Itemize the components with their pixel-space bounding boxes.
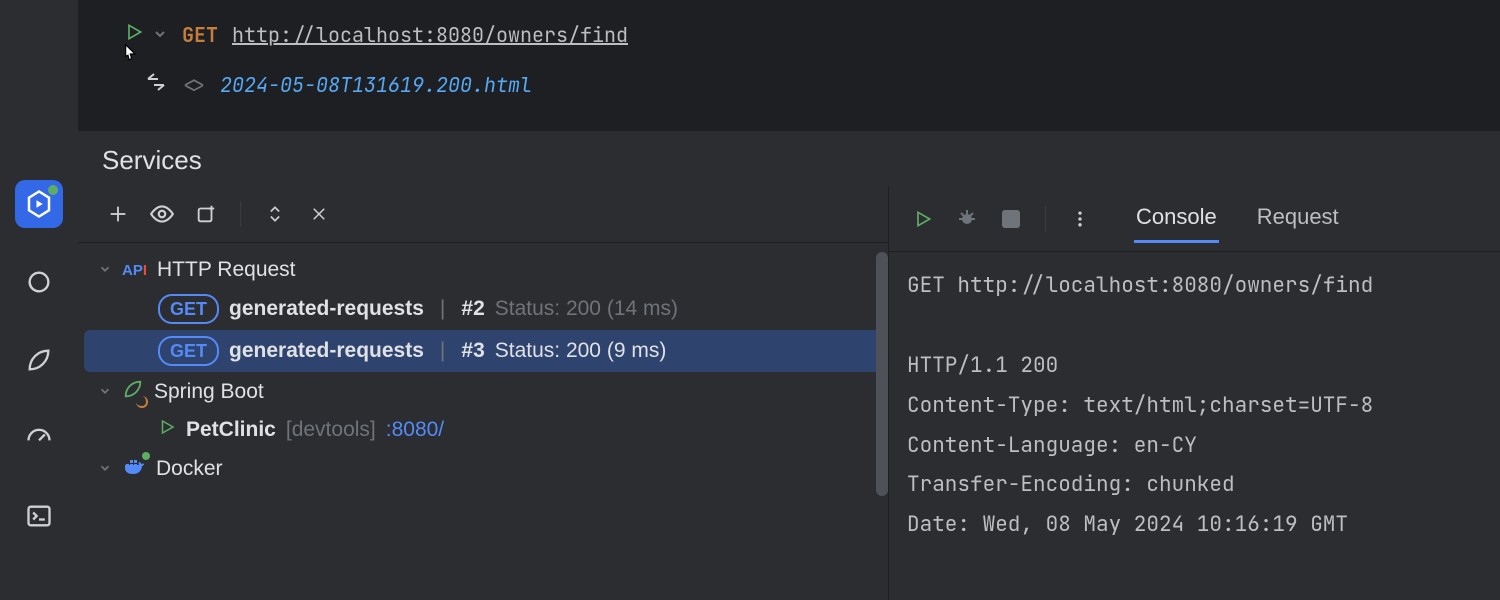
method-badge: GET [158,336,219,366]
tree-request-item[interactable]: GET generated-requests | #2 Status: 200 … [78,288,888,330]
tree-request-item-selected[interactable]: GET generated-requests | #3 Status: 200 … [84,330,882,372]
show-hidden-button[interactable] [142,194,182,234]
request-number: #3 [461,339,484,363]
tree-node-docker[interactable]: Docker [78,448,888,490]
console-output[interactable]: GET http://localhost:8080/owners/find HT… [889,252,1500,559]
chevron-down-icon[interactable] [152,22,168,48]
compare-responses-icon[interactable] [144,70,168,100]
services-panel: Services [78,130,1500,600]
services-tree: API HTTP Request GET generated-requests … [78,252,888,600]
response-file-link[interactable]: 2024-05-08T131619.200.html [220,72,532,98]
http-editor: GET http://localhost:8080/owners/find <>… [78,0,1500,130]
api-icon: API [122,262,147,279]
angle-brackets-icon: <> [182,72,206,98]
tab-console[interactable]: Console [1134,194,1219,243]
app-profile: [devtools] [286,418,376,442]
toolbar-separator [1045,206,1046,232]
spring-tool-button[interactable] [15,336,63,384]
profiler-tool-button[interactable] [15,414,63,462]
expand-collapse-button[interactable] [255,194,295,234]
request-name: generated-requests [229,297,424,321]
request-status: Status: 200 (14 ms) [495,297,678,321]
stop-button[interactable] [991,199,1031,239]
docker-icon [122,454,146,484]
toolbar-separator [240,201,241,227]
rerun-button[interactable] [903,199,943,239]
left-tool-strip [0,0,78,600]
more-button[interactable] [1060,199,1100,239]
add-service-button[interactable] [98,194,138,234]
tree-label: HTTP Request [157,258,296,282]
method-badge: GET [158,294,219,324]
output-panel: GET http://localhost:8080/owners/find HT… [888,252,1500,600]
tree-app-item[interactable]: PetClinic [devtools] :8080/ [78,412,888,448]
services-toolbar [78,186,888,243]
app-name: PetClinic [186,418,276,442]
debug-button[interactable] [947,199,987,239]
play-icon [158,418,176,442]
request-line[interactable]: GET http://localhost:8080/owners/find [78,10,1500,60]
chevron-down-icon [98,258,112,282]
open-tab-button[interactable] [186,194,226,234]
tab-request[interactable]: Request [1255,194,1341,243]
tree-node-http-request[interactable]: API HTTP Request [78,252,888,288]
pipe-separator: | [440,339,445,363]
spring-icon [122,378,144,406]
http-method: GET [182,22,218,48]
chevron-down-icon [98,457,112,481]
terminal-tool-button[interactable] [15,492,63,540]
http-url[interactable]: http://localhost:8080/owners/find [232,22,628,48]
tree-label: Docker [156,457,223,481]
app-port[interactable]: :8080/ [386,418,444,442]
chevron-down-icon [98,380,112,404]
main-area: GET http://localhost:8080/owners/find <>… [78,0,1500,600]
output-toolbar: Console Request [889,186,1500,252]
request-name: generated-requests [229,339,424,363]
run-gutter-icon[interactable] [124,22,144,48]
tree-scrollbar[interactable] [876,252,888,496]
response-line[interactable]: <> 2024-05-08T131619.200.html [78,60,1500,110]
services-tool-button[interactable] [15,180,63,228]
tree-node-spring-boot[interactable]: Spring Boot [78,372,888,412]
request-status: Status: 200 (9 ms) [495,339,667,363]
pipe-separator: | [440,297,445,321]
services-title: Services [78,131,1500,186]
request-number: #2 [461,297,484,321]
close-button[interactable] [299,194,339,234]
tree-label: Spring Boot [154,380,264,404]
endpoints-tool-button[interactable] [15,258,63,306]
